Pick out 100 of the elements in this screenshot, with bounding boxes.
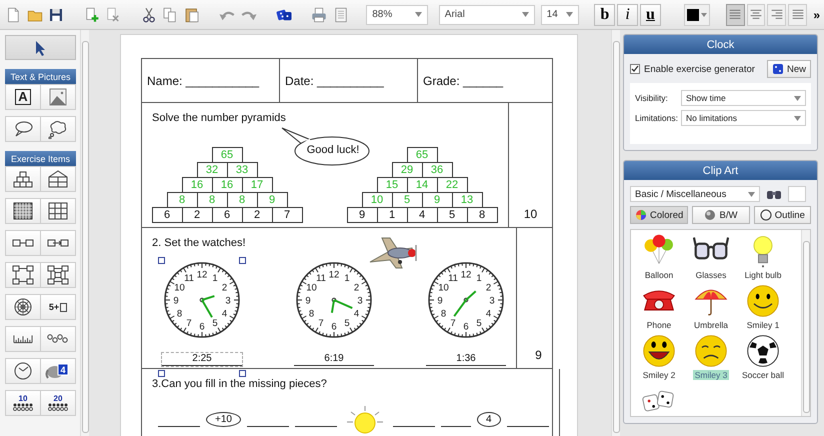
option-dropdown[interactable]: Show time	[681, 90, 806, 106]
align-button[interactable]	[767, 4, 786, 26]
format-button[interactable]: i	[617, 4, 638, 26]
bead-chain-tool-button[interactable]	[41, 326, 76, 352]
table-tool-button[interactable]	[41, 198, 76, 224]
clip-art-label[interactable]: Umbrella	[692, 320, 730, 330]
format-button[interactable]: b	[594, 4, 616, 26]
category-dropdown[interactable]: Basic / Miscellaneous	[630, 186, 760, 202]
pyramid-cell: 8	[466, 207, 498, 223]
pyramid-cell: 6	[152, 207, 182, 223]
cycle-cross-tool-button[interactable]	[41, 262, 76, 288]
addition-tool-button[interactable]: 5+	[41, 294, 76, 320]
time-label: 1:36	[426, 353, 506, 366]
caret-icon	[566, 12, 574, 17]
exercise-title: 3.Can you fill in the missing pieces?	[152, 378, 328, 390]
clip-art-label[interactable]: Smiley 2	[640, 370, 678, 380]
picture-tool-button[interactable]	[41, 84, 76, 110]
selection-handle[interactable]	[239, 370, 246, 377]
clock-number: 11	[184, 273, 194, 284]
zoom-dropdown[interactable]: 88%	[366, 4, 428, 24]
thought-bubble-button[interactable]	[41, 116, 76, 142]
ten-frame-tool-button[interactable]: 10	[5, 390, 41, 416]
panel-title: Clock	[624, 35, 817, 54]
cycle-tool-button[interactable]	[5, 262, 41, 288]
clock-tool-button[interactable]	[5, 358, 41, 384]
binoculars-icon	[766, 188, 782, 200]
field-label: Visibility:	[635, 93, 669, 103]
pyramid-tool-button[interactable]	[5, 166, 41, 192]
ruler-icon	[13, 333, 33, 345]
clock-number: 11	[316, 273, 326, 284]
box-cycle-icon	[11, 265, 35, 285]
pointer-tool-button[interactable]	[5, 35, 76, 60]
pyramid-cell: 5	[436, 207, 468, 223]
speech-bubble-button[interactable]	[5, 116, 41, 142]
printer-icon	[310, 6, 328, 24]
pyramid-cell: 4	[406, 207, 438, 223]
chain-tool-button[interactable]	[5, 230, 41, 256]
dice-icon	[772, 63, 784, 75]
field-label: Limitations:	[635, 113, 678, 123]
clip-art-label[interactable]: Glasses	[694, 270, 728, 280]
clip-art-label[interactable]: Smiley 1	[744, 320, 782, 330]
option-dropdown[interactable]: No limitations	[681, 110, 806, 126]
clock-number: 3	[225, 296, 231, 306]
selection-handle[interactable]	[239, 257, 246, 264]
checkbox[interactable]	[630, 64, 640, 74]
pyramid-cell: 6	[212, 207, 242, 223]
header-field-label: Grade: ______	[417, 59, 552, 102]
format-button[interactable]: u	[640, 4, 661, 26]
clock-number: 2	[354, 282, 360, 294]
scrollbar[interactable]	[611, 30, 620, 436]
twenty-frame-tool-button[interactable]: 20	[41, 390, 76, 416]
ruler-tool-button[interactable]	[5, 326, 41, 352]
style-toggle[interactable]: B/W	[692, 206, 750, 224]
clock-number: 9	[437, 296, 443, 306]
clock-number: 12	[196, 270, 208, 280]
sad-smiley-drawing	[693, 333, 729, 369]
circle-icon	[760, 209, 772, 221]
caret-icon	[748, 192, 755, 196]
clip-art-label[interactable]: Smiley 3	[692, 370, 730, 380]
clip-art-label[interactable]: Balloon	[642, 270, 676, 280]
search-field[interactable]	[788, 186, 806, 202]
clock-number: 9	[173, 296, 179, 306]
new-button[interactable]: New	[766, 60, 811, 78]
grid-tool-button[interactable]	[5, 198, 41, 224]
more-button[interactable]: »	[809, 8, 824, 22]
style-toggle[interactable]: Colored	[630, 206, 688, 224]
selection-handle[interactable]	[158, 257, 165, 264]
clock-number: 1	[212, 273, 218, 284]
caret-icon	[522, 12, 529, 17]
clock-number: 5	[344, 318, 350, 329]
clipboard-icon	[183, 6, 202, 24]
scrollbar[interactable]	[80, 30, 89, 436]
number-card-tool-button[interactable]: 4	[41, 358, 76, 384]
table-icon	[46, 201, 70, 221]
color-picker[interactable]	[684, 4, 710, 26]
clock-number: 1	[344, 273, 350, 284]
selection-handle[interactable]	[158, 370, 165, 377]
text-tool-button[interactable]: A	[5, 84, 41, 110]
clock-number: 1	[476, 273, 482, 284]
wheel-tool-button[interactable]	[5, 294, 41, 320]
minute-hand	[334, 299, 353, 310]
align-button[interactable]	[788, 4, 808, 26]
chain-arrow-tool-button[interactable]	[41, 230, 76, 256]
time-label: 2:25	[162, 353, 242, 366]
align-button[interactable]	[746, 4, 766, 26]
style-toggle[interactable]: Outline	[754, 206, 811, 224]
hour-hand	[330, 300, 335, 313]
clip-art-label[interactable]: Phone	[644, 320, 674, 330]
clock-number: 7	[450, 318, 456, 329]
clock-number: 10	[174, 282, 185, 294]
clip-art-label[interactable]: Light bulb	[742, 270, 784, 280]
pyramid-icon	[11, 169, 35, 189]
scrollbar[interactable]	[801, 230, 810, 416]
font-dropdown[interactable]: Arial	[438, 4, 535, 24]
clock-number: 8	[440, 308, 446, 320]
clip-art-label[interactable]: Soccer ball	[740, 370, 786, 380]
font-size-dropdown[interactable]: 14	[540, 4, 580, 24]
align-button[interactable]	[726, 4, 745, 26]
house-table-tool-button[interactable]	[41, 166, 76, 192]
section-header: Text & Pictures	[5, 69, 76, 84]
